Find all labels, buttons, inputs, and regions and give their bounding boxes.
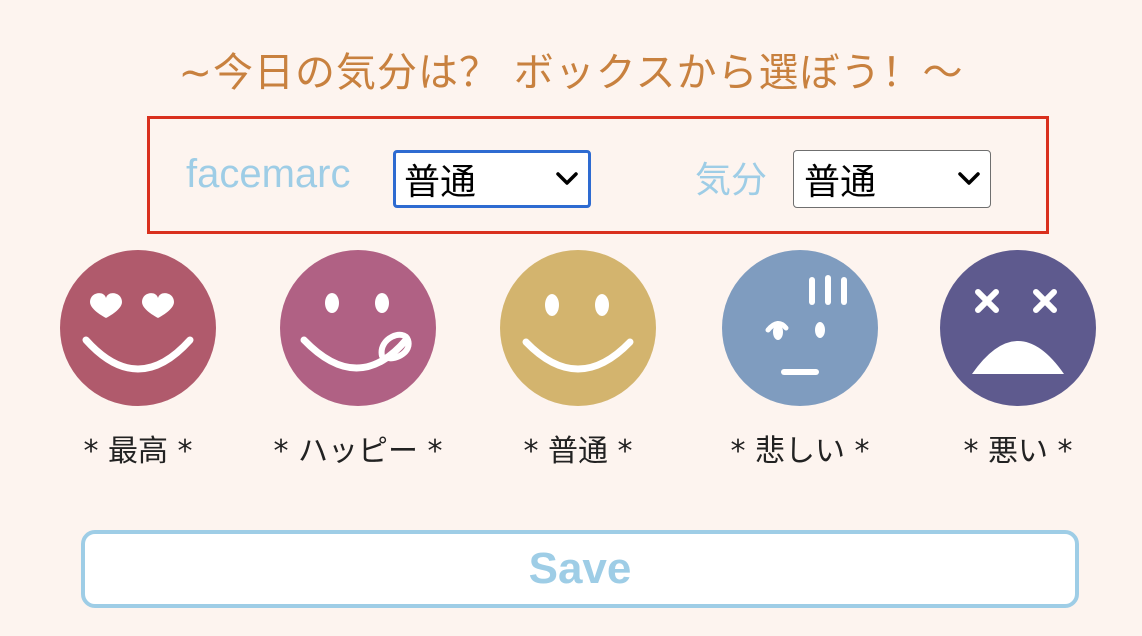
face-option-normal[interactable]: * 普通 * [478,248,678,470]
face-options: * 最高 * * ハッピー * * 普通 * * 悲しい * * 悪い * [0,248,1142,478]
chevron-down-icon [952,162,986,196]
mood-select[interactable]: 普通 [793,150,991,208]
face-option-happy[interactable]: * ハッピー * [258,248,458,470]
face-label-bad: * 悪い * [963,434,1073,469]
face-label-happy: * ハッピー * [273,434,443,469]
smiling-face-icon [500,250,656,406]
mood-label: 気分 [695,160,768,201]
chevron-down-icon [550,162,584,196]
worried-face-icon [722,250,878,406]
mood-select-value: 普通 [804,162,877,203]
heart-eyes-face-icon [60,250,216,406]
face-label-normal: * 普通 * [523,434,633,469]
page-title: ~今日の気分は？ ボックスから選ぼう！〜 [178,50,964,96]
face-label-sad: * 悲しい * [730,434,870,469]
tongue-out-face-icon [280,250,436,406]
dizzy-sad-face-icon [940,250,1096,406]
face-option-bad[interactable]: * 悪い * [918,248,1118,470]
facemarc-label: facemarc [186,152,351,196]
face-option-sad[interactable]: * 悲しい * [700,248,900,470]
selection-panel: facemarc 普通 気分 普通 [147,116,1049,234]
save-button[interactable]: Save [81,530,1079,608]
facemarc-select-value: 普通 [404,162,477,203]
face-label-best: * 最高 * [83,434,193,469]
facemarc-select[interactable]: 普通 [393,150,591,208]
face-option-best[interactable]: * 最高 * [38,248,238,470]
mood-page: ~今日の気分は？ ボックスから選ぼう！〜 facemarc 普通 気分 普通 * [0,0,1142,636]
